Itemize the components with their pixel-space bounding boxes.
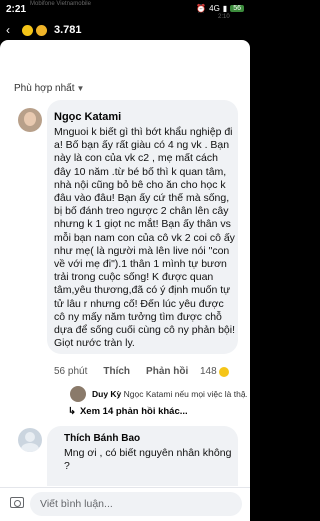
haha-emoji-icon [22,24,33,36]
comment-actions: 56 phút Thích Phản hồi [54,366,204,377]
battery-icon: 56 [230,5,244,12]
sad-emoji-icon [36,24,47,36]
view-more-replies-label: Xem 14 phản hồi khác... [79,406,188,417]
reply-text: Ngọc Katami nếu mọi việc là thậ... [123,389,247,399]
network-label: 4G [209,4,220,13]
like-button[interactable]: Thích [103,366,130,377]
reaction-summary[interactable]: 3.781 [22,24,82,36]
comment-author[interactable]: Thích Bánh Bao [64,433,140,444]
camera-icon[interactable] [10,497,24,508]
reaction-count: 3.781 [54,24,82,36]
sort-selector[interactable]: Phù hợp nhất ▼ [14,83,84,94]
sort-label: Phù hợp nhất [14,83,75,94]
status-bar: 2:21 Mobifone Vietnamobile 2:10 ⏰ 4G ▮ 5… [0,0,250,20]
alarm-icon: ⏰ [196,4,207,13]
status-icons: ⏰ 4G ▮ 56 [196,4,244,13]
comment-text: Mnguoi k biết gì thì bớt khẩu nghiệp đi … [54,126,235,350]
comment-text: Mng ơi , có biết nguyên nhân không ? [64,447,232,472]
comment-reaction-number: 148 [200,366,217,377]
comment-input[interactable] [30,492,242,516]
status-time: 2:21 [6,4,27,15]
haha-emoji-icon [218,366,229,377]
comment-author[interactable]: Ngọc Katami [54,111,121,123]
avatar[interactable] [18,108,42,132]
reply-arrow-icon: ↳ [68,406,76,417]
reply-button[interactable]: Phản hồi [146,366,188,377]
avatar[interactable] [70,386,86,402]
reply-author: Duy Kỳ [92,389,122,399]
comment-time: 56 phút [54,366,88,377]
chevron-down-icon: ▼ [76,84,85,93]
carrier-label: Mobifone Vietnamobile [30,1,91,7]
comment-reaction-count[interactable]: 148 [200,366,229,377]
reply-preview[interactable]: Duy Kỳ Ngọc Katami nếu mọi việc là thậ..… [92,389,247,399]
top-bar: ‹ 3.781 [0,20,250,40]
view-more-replies[interactable]: ↳ Xem 14 phản hồi khác... [68,406,188,417]
comment-composer [0,487,250,521]
signal-icon: ▮ [222,4,228,13]
avatar[interactable] [18,428,42,452]
back-arrow-icon[interactable]: ‹ [6,23,10,37]
